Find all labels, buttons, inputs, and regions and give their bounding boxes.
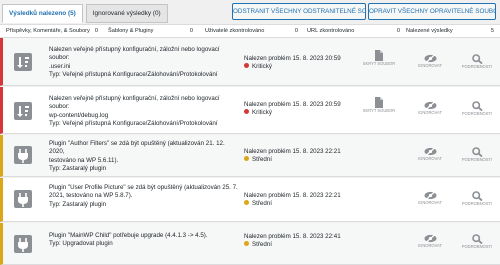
file-sort-icon [14, 53, 32, 71]
ignore-button[interactable]: IGNOROVAT [410, 54, 450, 69]
critical-dot-icon [244, 63, 249, 69]
ignore-button[interactable]: IGNOROVAT [410, 191, 450, 206]
result-meta: Nalezen problém 15. 8. 2023 20:59 Kritic… [244, 101, 364, 118]
medium-dot-icon [244, 241, 249, 247]
result-row: Plugin "MainWP Child" potřebuje upgrade … [0, 223, 500, 265]
hide-file-button[interactable]: SKRYT SOUBOR [359, 97, 399, 114]
result-meta: Nalezen problém 15. 8. 2023 22:21 Středn… [244, 148, 364, 165]
medium-dot-icon [244, 156, 249, 162]
severity-badge: Kritický [244, 63, 364, 71]
file-sort-icon [14, 102, 32, 120]
result-row: Nalezen veřejně přístupný konfigurační, … [0, 38, 500, 86]
file-icon [375, 97, 383, 108]
eye-slash-icon [424, 234, 436, 243]
result-row: Nalezen veřejně přístupný konfigurační, … [0, 87, 500, 134]
medium-dot-icon [244, 200, 249, 206]
plugin-icon [14, 190, 32, 208]
magnifier-icon [471, 101, 483, 111]
severity-badge: Kritický [244, 109, 364, 117]
ignore-button[interactable]: IGNOROVAT [410, 147, 450, 162]
severity-badge: Střední [244, 241, 364, 249]
magnifier-icon [471, 54, 483, 64]
result-description: Plugin "User Profile Picture" se zdá být… [49, 184, 238, 208]
result-description: Nalezen veřejně přístupný konfigurační, … [49, 46, 220, 79]
stat-count: 0 [396, 28, 400, 34]
details-button[interactable]: PODROBNOSTI [457, 54, 497, 70]
stat-posts-comments-files: Příspěvky, Komentáře, & Soubory 0 [6, 25, 98, 37]
plugin-icon [14, 146, 32, 164]
eye-slash-icon [424, 54, 436, 63]
critical-dot-icon [244, 109, 249, 115]
ignore-button[interactable]: IGNOROVAT [410, 101, 450, 116]
stat-themes-plugins: Šablony & Pluginy 0 [108, 25, 193, 37]
details-button[interactable]: PODROBNOSTI [457, 101, 497, 117]
details-button[interactable]: PODROBNOSTI [457, 191, 497, 207]
magnifier-icon [471, 234, 483, 244]
result-meta: Nalezen problém 15. 8. 2023 20:59 Kritic… [244, 55, 364, 72]
stat-count: 0 [94, 28, 98, 34]
details-button[interactable]: PODROBNOSTI [457, 147, 497, 163]
result-description: Nalezen veřejně přístupný konfigurační, … [49, 95, 220, 128]
file-icon [375, 50, 383, 61]
stat-urls-checked: URL zkontrolováno 0 [307, 25, 400, 37]
result-row: Plugin "User Profile Picture" se zdá být… [0, 178, 500, 222]
results-tabs: Výsledků nalezeno (5) Ignorované výsledk… [2, 4, 168, 24]
plugin-icon [14, 235, 32, 253]
stat-count: 5 [490, 28, 494, 34]
result-description: Plugin "MainWP Child" potřebuje upgrade … [49, 232, 208, 248]
tab-results-found[interactable]: Výsledků nalezeno (5) [2, 4, 83, 23]
magnifier-icon [471, 191, 483, 201]
severity-badge: Střední [244, 200, 364, 208]
hide-file-button[interactable]: SKRYT SOUBOR [359, 50, 399, 67]
stat-users-checked: Uživatelé zkontrolováno 0 [205, 25, 298, 37]
eye-slash-icon [424, 147, 436, 156]
eye-slash-icon [424, 191, 436, 200]
stat-count: 0 [189, 28, 193, 34]
stat-results-found: Nalezené výsledky 5 [406, 25, 494, 37]
delete-all-button[interactable]: ODSTRANIT VŠECHNY ODSTRANITELNÉ SOUBORY [232, 3, 366, 20]
result-description: Plugin "Author Filters" se zdá být opušt… [49, 140, 225, 173]
stat-count: 0 [294, 28, 298, 34]
details-button[interactable]: PODROBNOSTI [457, 234, 497, 250]
scan-stats-bar: Příspěvky, Komentáře, & Soubory 0 Šablon… [0, 24, 500, 38]
eye-slash-icon [424, 101, 436, 110]
ignore-button[interactable]: IGNOROVAT [410, 234, 450, 249]
tab-ignored-results[interactable]: Ignorované výsledky (0) [85, 4, 168, 23]
magnifier-icon [471, 147, 483, 157]
result-meta: Nalezen problém 15. 8. 2023 22:21 Středn… [244, 192, 364, 209]
repair-all-button[interactable]: OPRAVIT VŠECHNY OPRAVITELNÉ SOUBORY [368, 3, 496, 20]
result-meta: Nalezen problém 15. 8. 2023 22:41 Středn… [244, 233, 364, 250]
result-row: Plugin "Author Filters" se zdá být opušt… [0, 135, 500, 177]
severity-badge: Střední [244, 156, 364, 164]
